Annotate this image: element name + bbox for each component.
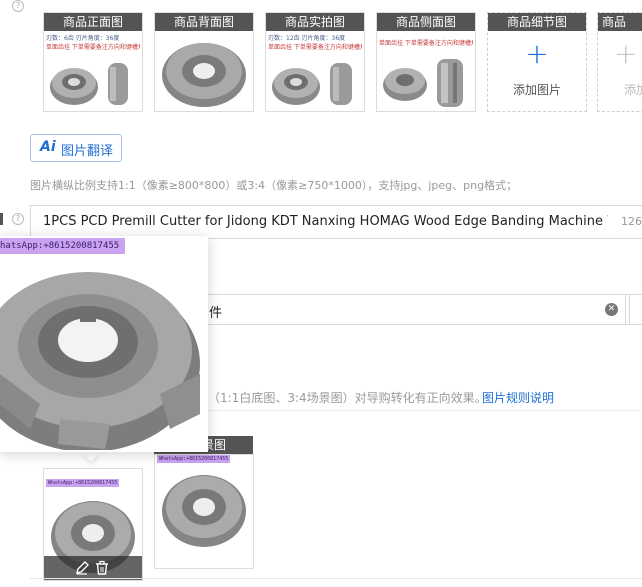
- field-addon[interactable]: [625, 294, 642, 325]
- watermark: WhatsApp:+8615200817455: [157, 455, 231, 463]
- add-image-label: 添加: [624, 83, 642, 97]
- cutter-image-large: [0, 272, 200, 450]
- tile-label: 商品正面图: [44, 13, 142, 31]
- tile-note: 刃数：12齿 刃片角度：36度: [268, 35, 346, 42]
- help-icon[interactable]: ?: [12, 213, 24, 225]
- image-tile-side[interactable]: 商品侧面图 单面齿挂 下单需要备注方向和键槽角度: [376, 12, 476, 112]
- image-translate-label: 图片翻译: [61, 144, 114, 159]
- plus-icon: +: [525, 37, 549, 70]
- watermark: WhatsApp:+8615200817455: [46, 479, 120, 487]
- help-icon[interactable]: ?: [12, 0, 24, 12]
- image-preview-popup: hatsApp:+8615200817455: [0, 236, 208, 452]
- secondary-input-value: 件: [209, 306, 223, 321]
- ai-icon: Ai: [40, 139, 56, 155]
- tile-note: 单面齿挂 下单需要备注方向和键槽角度: [268, 44, 362, 51]
- plus-icon: +: [614, 37, 638, 70]
- tile-label: 商品: [598, 13, 642, 31]
- product-title-input[interactable]: 1PCS PCD Premill Cutter for Jidong KDT N…: [30, 205, 642, 239]
- cutter-image: [162, 43, 246, 107]
- cutter-image: [50, 63, 128, 105]
- divider: [30, 578, 642, 579]
- cutter-image: [272, 63, 352, 105]
- edit-icon[interactable]: [74, 560, 90, 576]
- tile-label: 商品侧面图: [377, 13, 475, 31]
- title-char-counter: 126/: [621, 215, 642, 228]
- cutter-image: [383, 59, 463, 107]
- main-image-thumb[interactable]: WhatsApp:+8615200817455: [43, 468, 143, 581]
- watermark: hatsApp:+8615200817455: [0, 238, 126, 254]
- product-title-value: 1PCS PCD Premill Cutter for Jidong KDT N…: [43, 214, 608, 229]
- scene-image-thumb[interactable]: WhatsApp:+8615200817455: [154, 454, 254, 569]
- cutter-image: [162, 475, 246, 547]
- add-image-label: 添加图片: [512, 83, 561, 97]
- image-tile-back[interactable]: 商品背面图: [154, 12, 254, 112]
- add-detail-image-tile[interactable]: 商品细节图 + 添加图片: [487, 12, 587, 112]
- image-translate-button[interactable]: Ai 图片翻译: [30, 134, 122, 162]
- tile-label: 商品细节图: [488, 13, 586, 31]
- tile-label: 商品背面图: [155, 13, 253, 31]
- tile-note: 单面齿挂 下单需要备注方向和键槽角度: [46, 44, 140, 51]
- image-tile-front[interactable]: 商品正面图 刃数：6齿 刃片角度：36度 单面齿挂 下单需要备注方向和键槽角度: [43, 12, 143, 112]
- required-marker: [0, 213, 3, 225]
- add-image-tile-partial[interactable]: 商品 + 添加: [597, 12, 642, 112]
- image-ratio-hint: 图片横纵比例支持1:1（像素≥800*800）或3:4（像素≥750*1000）…: [30, 179, 518, 192]
- tile-label: 商品实拍图: [266, 13, 364, 31]
- delete-icon[interactable]: [94, 560, 110, 576]
- main-image-description: （1:1白底图、3:4场景图）对导购转化有正向效果。: [208, 391, 487, 405]
- tile-note: 刃数：6齿 刃片角度：36度: [46, 35, 120, 42]
- thumb-toolbar: [44, 556, 142, 580]
- image-tile-real[interactable]: 商品实拍图 刃数：12齿 刃片角度：36度 单面齿挂 下单需要备注方向和键槽角度: [265, 12, 365, 112]
- tile-note: 单面齿挂 下单需要备注方向和键槽角度: [379, 40, 473, 47]
- clear-icon[interactable]: ✕: [605, 303, 618, 316]
- image-rules-link[interactable]: 图片规则说明: [482, 389, 554, 406]
